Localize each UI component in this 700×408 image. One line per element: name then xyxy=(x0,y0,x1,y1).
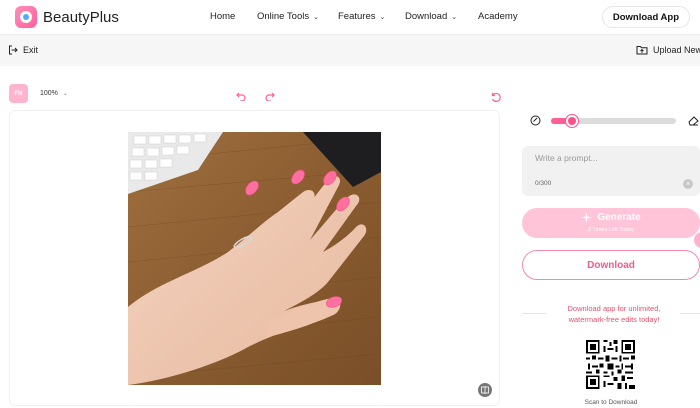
download-app-button[interactable]: Download App xyxy=(601,6,690,28)
uploaded-photo xyxy=(128,132,381,385)
divider-right xyxy=(680,313,700,314)
prompt-placeholder: Write a prompt... xyxy=(535,153,598,163)
compare-icon xyxy=(481,386,489,394)
editor-toolbar: Exit Upload New xyxy=(0,34,700,66)
prompt-input[interactable]: Write a prompt... 0/300 × xyxy=(522,146,700,196)
brand-logo[interactable]: BeautyPlus xyxy=(15,6,119,28)
exit-icon xyxy=(9,45,18,55)
chevron-down-icon: ⌄ xyxy=(62,91,68,97)
download-qr-code xyxy=(586,340,635,389)
upload-folder-icon xyxy=(636,46,648,55)
nav-online-tools-label: Online Tools xyxy=(257,11,310,22)
nav-academy[interactable]: Academy xyxy=(478,11,518,22)
nav-home-label: Home xyxy=(210,11,236,22)
eraser-icon[interactable] xyxy=(688,115,699,126)
generate-remaining: 2 Times Left Today xyxy=(587,227,635,233)
upload-new-button[interactable]: Upload New xyxy=(636,45,700,55)
prompt-char-count: 0/300 xyxy=(535,180,552,187)
download-button[interactable]: Download xyxy=(522,250,700,280)
fn-badge[interactable]: FN xyxy=(9,84,28,103)
chevron-down-icon: ⌄ xyxy=(313,13,319,21)
reset-icon[interactable] xyxy=(491,92,501,102)
nav-features-label: Features xyxy=(338,11,376,22)
compare-button[interactable] xyxy=(478,383,492,397)
zoom-value: 100% xyxy=(40,90,58,97)
zoom-select[interactable]: 100% ⌄ xyxy=(34,84,74,103)
side-tab[interactable] xyxy=(694,232,700,248)
brand-name: BeautyPlus xyxy=(43,8,119,26)
generate-label: Generate xyxy=(597,212,641,223)
redo-icon[interactable] xyxy=(265,91,275,101)
beautyplus-logo-icon xyxy=(15,6,37,28)
nav-download[interactable]: Download ⌄ xyxy=(405,11,457,22)
nav-home[interactable]: Home xyxy=(210,11,235,22)
divider-left xyxy=(522,313,546,314)
scan-to-download-label: Scan to Download xyxy=(584,399,638,406)
undo-icon[interactable] xyxy=(236,91,246,101)
chevron-down-icon: ⌄ xyxy=(379,13,386,21)
nav-academy-label: Academy xyxy=(478,11,518,22)
exit-button[interactable]: Exit xyxy=(8,45,38,55)
nav-download-label: Download xyxy=(405,11,448,22)
exit-label: Exit xyxy=(23,45,39,55)
clear-icon[interactable]: × xyxy=(683,179,693,189)
chevron-down-icon: ⌄ xyxy=(451,13,458,21)
promo-line-1: Download app for unlimited, xyxy=(567,304,661,313)
brush-icon xyxy=(530,115,541,126)
top-navigation: BeautyPlus Home Online Tools ⌄ Features … xyxy=(0,0,700,34)
brush-size-handle[interactable] xyxy=(566,115,579,127)
promo-text: Download app for unlimited, watermark-fr… xyxy=(550,303,678,325)
upload-new-label: Upload New xyxy=(653,45,700,55)
nav-features[interactable]: Features ⌄ xyxy=(338,11,385,22)
promo-line-2: watermark-free edits today! xyxy=(568,315,660,324)
sparkle-icon xyxy=(581,212,593,223)
brush-size-slider[interactable] xyxy=(551,115,676,127)
nav-online-tools[interactable]: Online Tools ⌄ xyxy=(257,11,319,22)
generate-button[interactable]: Generate 2 Times Left Today xyxy=(522,208,700,238)
